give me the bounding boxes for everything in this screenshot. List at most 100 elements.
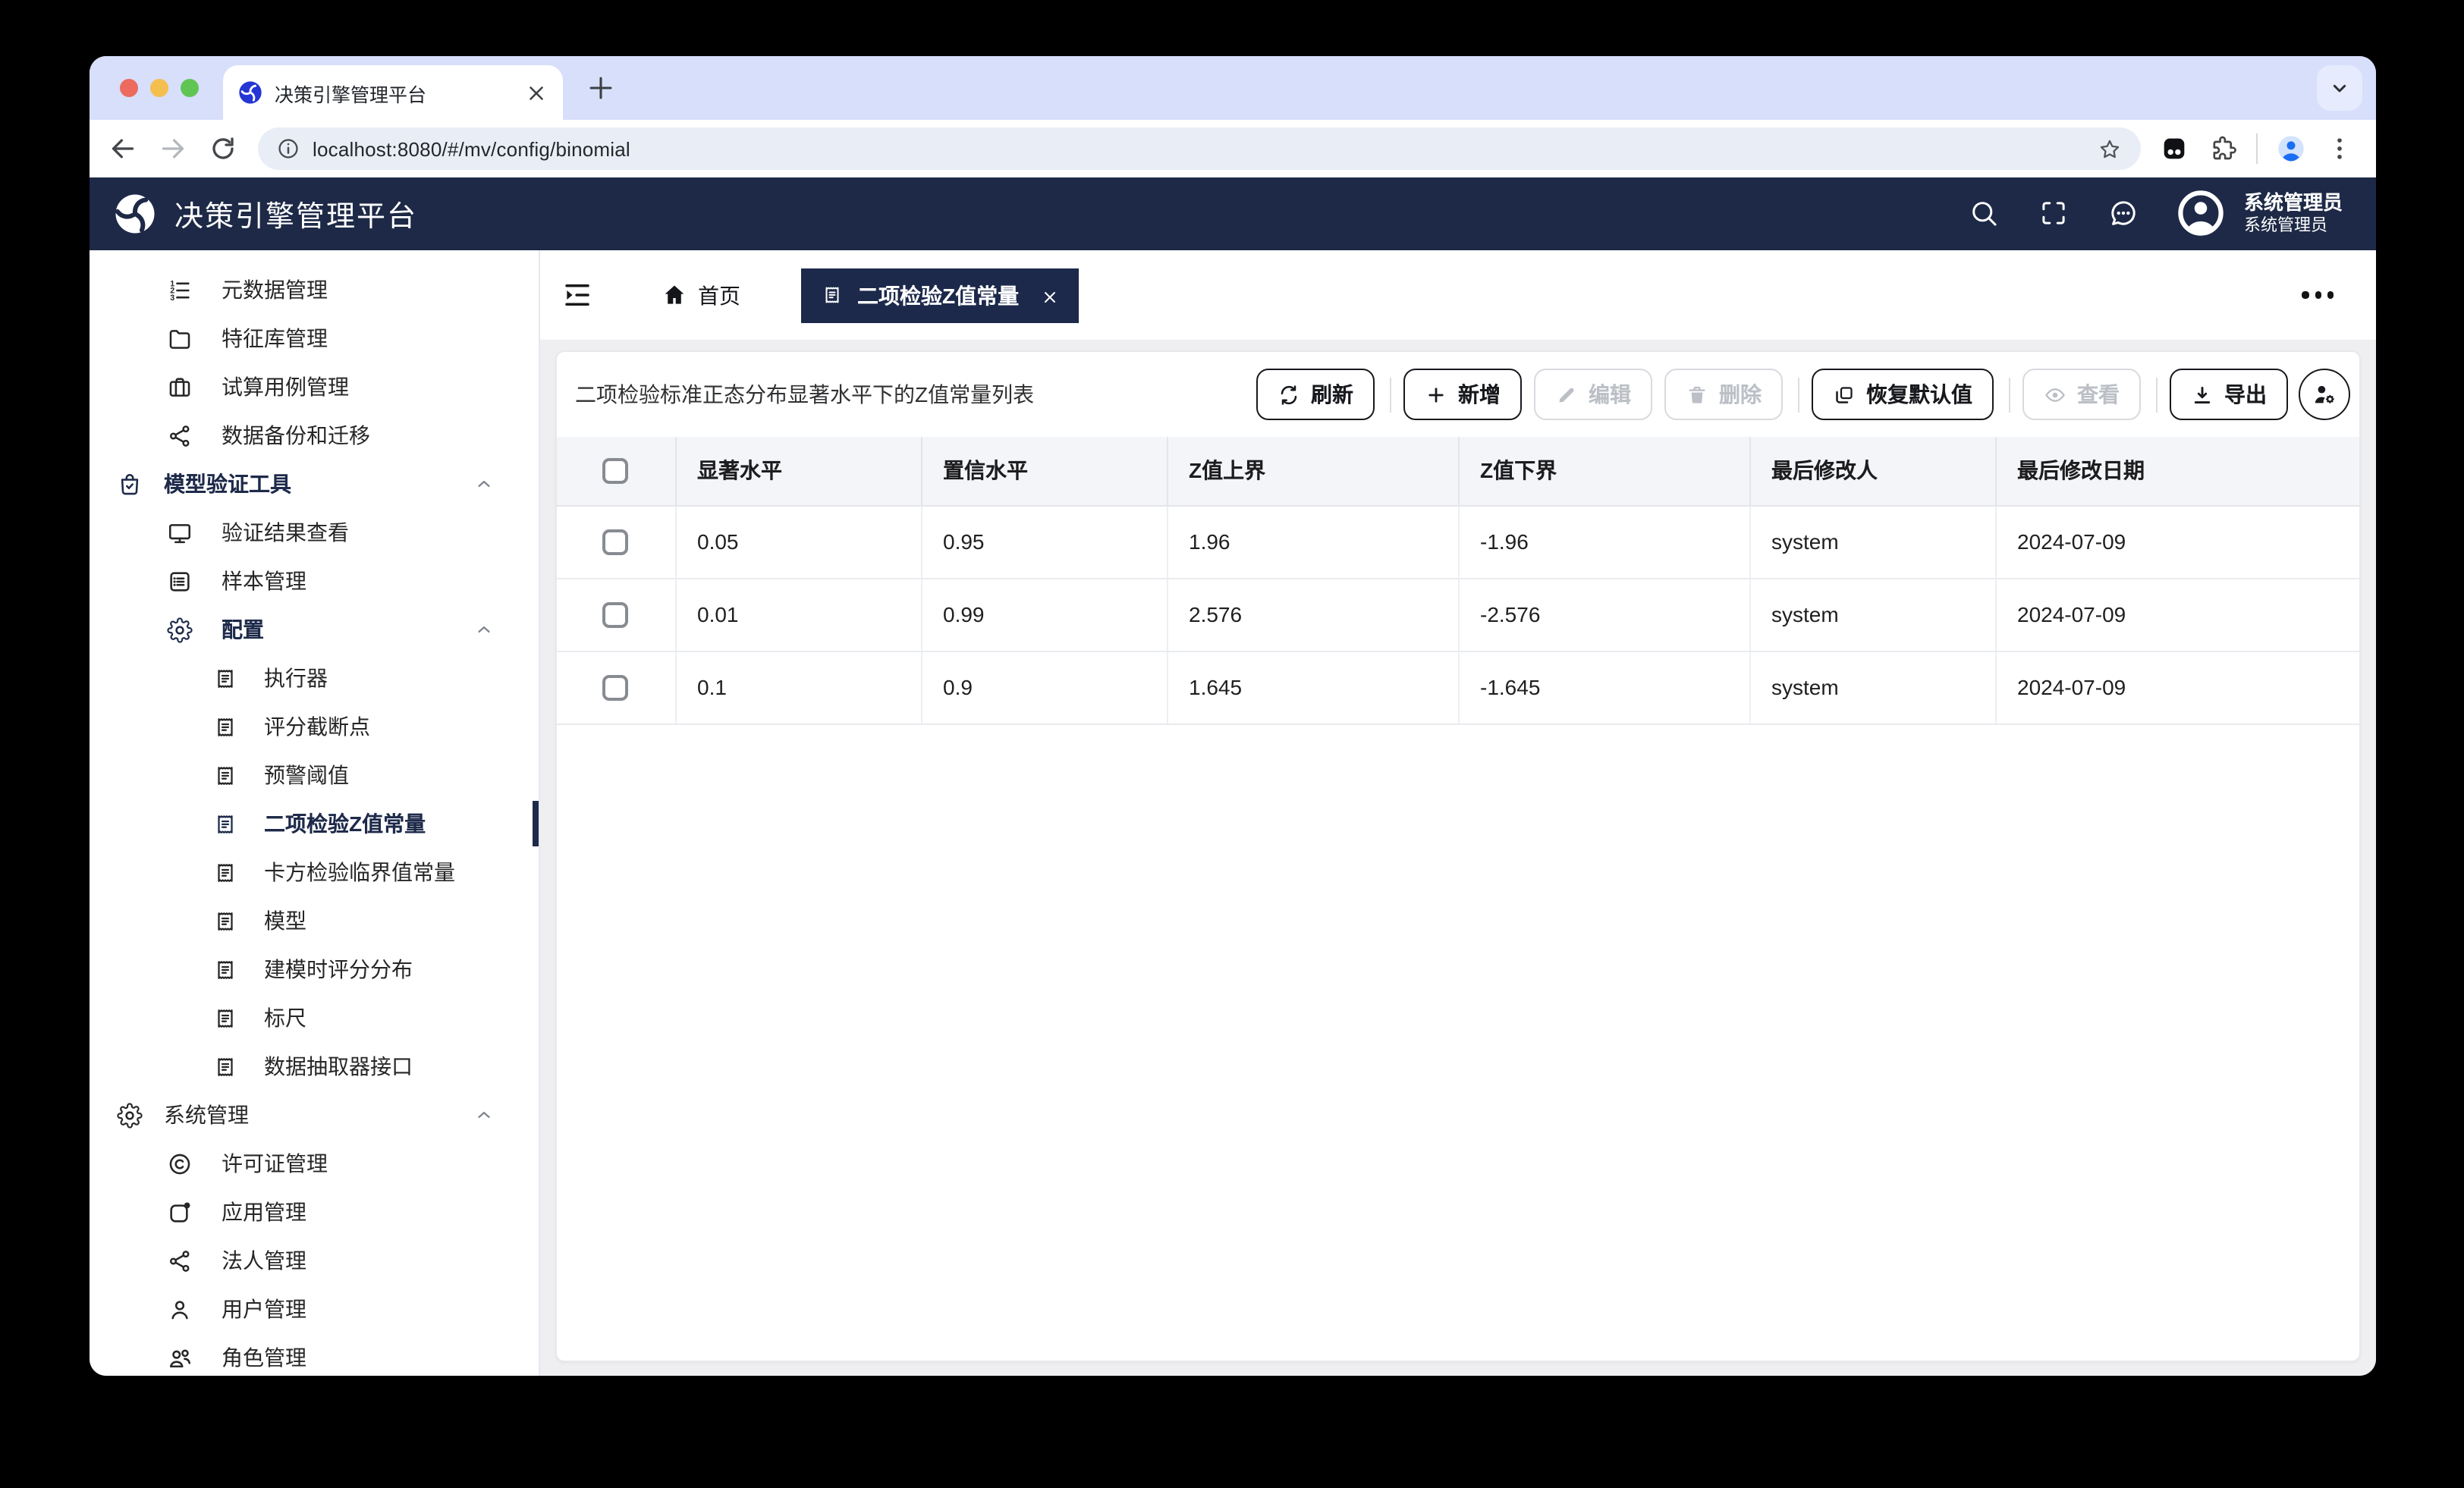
list-box-icon bbox=[167, 568, 193, 594]
sidebar-item[interactable]: 配置 bbox=[90, 605, 539, 654]
sidebar-item[interactable]: 应用管理 bbox=[90, 1188, 539, 1236]
button-label: 查看 bbox=[2077, 379, 2120, 410]
刷新-button[interactable]: 刷新 bbox=[1256, 369, 1375, 420]
site-info-icon[interactable] bbox=[276, 137, 300, 161]
user-gear-icon bbox=[2311, 381, 2338, 408]
导出-button[interactable]: 导出 bbox=[2170, 369, 2288, 420]
active-page-tab[interactable]: 二项检验Z值常量 bbox=[801, 268, 1078, 322]
查看-button[interactable]: 查看 bbox=[2022, 369, 2141, 420]
sidebar-item-label: 卡方检验临界值常量 bbox=[264, 857, 455, 887]
sidebar-item[interactable]: 预警阈值 bbox=[90, 751, 539, 799]
sidebar-item-label: 模型 bbox=[264, 906, 306, 936]
table-cell: 2024-07-09 bbox=[1995, 505, 2359, 578]
sidebar-item[interactable]: 许可证管理 bbox=[90, 1139, 539, 1188]
extensions-puzzle-icon[interactable] bbox=[2208, 133, 2238, 164]
tab-close-icon[interactable] bbox=[525, 81, 548, 104]
user-info[interactable]: 系统管理员 系统管理员 bbox=[2244, 190, 2343, 239]
恢复默认值-button[interactable]: 恢复默认值 bbox=[1812, 369, 1994, 420]
table-cell: 2.576 bbox=[1167, 578, 1458, 651]
tab-close-icon[interactable] bbox=[1040, 286, 1058, 304]
extension-shortcut-icon[interactable] bbox=[2159, 133, 2189, 164]
reload-button[interactable] bbox=[208, 133, 238, 164]
button-label: 删除 bbox=[1719, 379, 1762, 410]
sidebar-item[interactable]: 123元数据管理 bbox=[90, 265, 539, 314]
bag-check-icon bbox=[117, 471, 143, 497]
app-dot-icon bbox=[167, 1199, 193, 1225]
row-checkbox[interactable] bbox=[603, 602, 629, 628]
chevron-up-icon bbox=[473, 473, 495, 494]
table-cell: 1.96 bbox=[1167, 505, 1458, 578]
button-label: 新增 bbox=[1458, 379, 1501, 410]
row-checkbox[interactable] bbox=[603, 675, 629, 701]
share-icon bbox=[167, 1248, 193, 1273]
sidebar-item[interactable]: 特征库管理 bbox=[90, 314, 539, 363]
user-role: 系统管理员 bbox=[2244, 216, 2343, 239]
user-avatar[interactable] bbox=[2177, 190, 2224, 237]
table-row[interactable]: 0.010.992.576-2.576system2024-07-09 bbox=[557, 578, 2359, 651]
sidebar-item-label: 数据备份和迁移 bbox=[222, 420, 370, 450]
table-row[interactable]: 0.050.951.96-1.96system2024-07-09 bbox=[557, 505, 2359, 578]
select-all-checkbox[interactable] bbox=[603, 458, 629, 484]
messages-icon[interactable] bbox=[2107, 198, 2139, 230]
sidebar-item[interactable]: 验证结果查看 bbox=[90, 508, 539, 557]
table-header-row: 显著水平置信水平Z值上界Z值下界最后修改人最后修改日期 bbox=[557, 437, 2359, 505]
sidebar-item-label: 特征库管理 bbox=[222, 323, 328, 353]
table-row[interactable]: 0.10.91.645-1.645system2024-07-09 bbox=[557, 651, 2359, 724]
minimize-window-button[interactable] bbox=[150, 79, 168, 97]
browser-tab[interactable]: 决策引擎管理平台 bbox=[223, 65, 563, 120]
编辑-button[interactable]: 编辑 bbox=[1534, 369, 1652, 420]
window-controls bbox=[120, 79, 199, 97]
button-label: 恢复默认值 bbox=[1866, 379, 1972, 410]
row-checkbox[interactable] bbox=[603, 529, 629, 555]
sidebar-item[interactable]: 卡方检验临界值常量 bbox=[90, 848, 539, 896]
browser-profile-avatar[interactable] bbox=[2276, 133, 2306, 164]
sidebar-item-label: 验证结果查看 bbox=[222, 517, 349, 548]
sidebar-item-label: 二项检验Z值常量 bbox=[264, 808, 426, 839]
address-bar[interactable]: localhost:8080/#/mv/config/binomial bbox=[258, 127, 2141, 170]
url-text[interactable]: localhost:8080/#/mv/config/binomial bbox=[313, 137, 2085, 160]
sidebar-item[interactable]: 试算用例管理 bbox=[90, 363, 539, 411]
sidebar-item-label: 法人管理 bbox=[222, 1245, 306, 1276]
home-label: 首页 bbox=[698, 280, 740, 310]
sidebar-item[interactable]: 用户管理 bbox=[90, 1285, 539, 1333]
bookmark-star-icon[interactable] bbox=[2097, 136, 2123, 162]
collapse-sidebar-icon[interactable] bbox=[561, 279, 593, 311]
sidebar-item[interactable]: 角色管理 bbox=[90, 1333, 539, 1376]
sidebar-item[interactable]: 法人管理 bbox=[90, 1236, 539, 1285]
share-icon bbox=[167, 422, 193, 448]
chevron-up-icon bbox=[473, 619, 495, 640]
sidebar-item[interactable]: 系统管理 bbox=[90, 1091, 539, 1139]
sidebar-item[interactable]: 数据备份和迁移 bbox=[90, 411, 539, 460]
fullscreen-icon[interactable] bbox=[2038, 198, 2070, 230]
user-gear-button[interactable] bbox=[2299, 369, 2350, 420]
sidebar-item[interactable]: 模型 bbox=[90, 896, 539, 945]
tab-search-chevron-button[interactable] bbox=[2317, 65, 2362, 111]
table-cell: 2024-07-09 bbox=[1995, 651, 2359, 724]
home-breadcrumb[interactable]: 首页 bbox=[662, 280, 740, 310]
tab-options-ellipsis-icon[interactable] bbox=[2302, 292, 2334, 298]
browser-menu-kebab-icon[interactable] bbox=[2324, 133, 2355, 164]
sidebar-item[interactable]: 标尺 bbox=[90, 994, 539, 1042]
forward-button[interactable] bbox=[158, 133, 188, 164]
table-toolbar: 刷新 新增 编辑 删除 恢复默认值 查看 导出 bbox=[1244, 369, 2350, 420]
back-button[interactable] bbox=[108, 133, 138, 164]
main-area: 首页 二项检验Z值常量 二项检验标准正态分布显著水平下的Z值常量列表 刷新新增编… bbox=[540, 250, 2376, 1376]
close-window-button[interactable] bbox=[120, 79, 138, 97]
table-cell: -1.96 bbox=[1458, 505, 1749, 578]
search-icon[interactable] bbox=[1968, 198, 2000, 230]
sidebar-item[interactable]: 模型验证工具 bbox=[90, 460, 539, 508]
新增-button[interactable]: 新增 bbox=[1403, 369, 1522, 420]
new-tab-button[interactable] bbox=[584, 71, 618, 105]
user-icon bbox=[167, 1296, 193, 1322]
table-cell: 0.05 bbox=[675, 505, 921, 578]
sidebar-item[interactable]: 数据抽取器接口 bbox=[90, 1042, 539, 1091]
header-cell: 最后修改人 bbox=[1749, 437, 1995, 505]
sidebar-item[interactable]: 样本管理 bbox=[90, 557, 539, 605]
sidebar-item[interactable]: 评分截断点 bbox=[90, 702, 539, 751]
receipt-icon bbox=[212, 859, 238, 885]
删除-button[interactable]: 删除 bbox=[1664, 369, 1783, 420]
sidebar-item[interactable]: 建模时评分分布 bbox=[90, 945, 539, 994]
sidebar-item-selected[interactable]: 二项检验Z值常量 bbox=[90, 799, 539, 848]
maximize-window-button[interactable] bbox=[181, 79, 199, 97]
sidebar-item[interactable]: 执行器 bbox=[90, 654, 539, 702]
